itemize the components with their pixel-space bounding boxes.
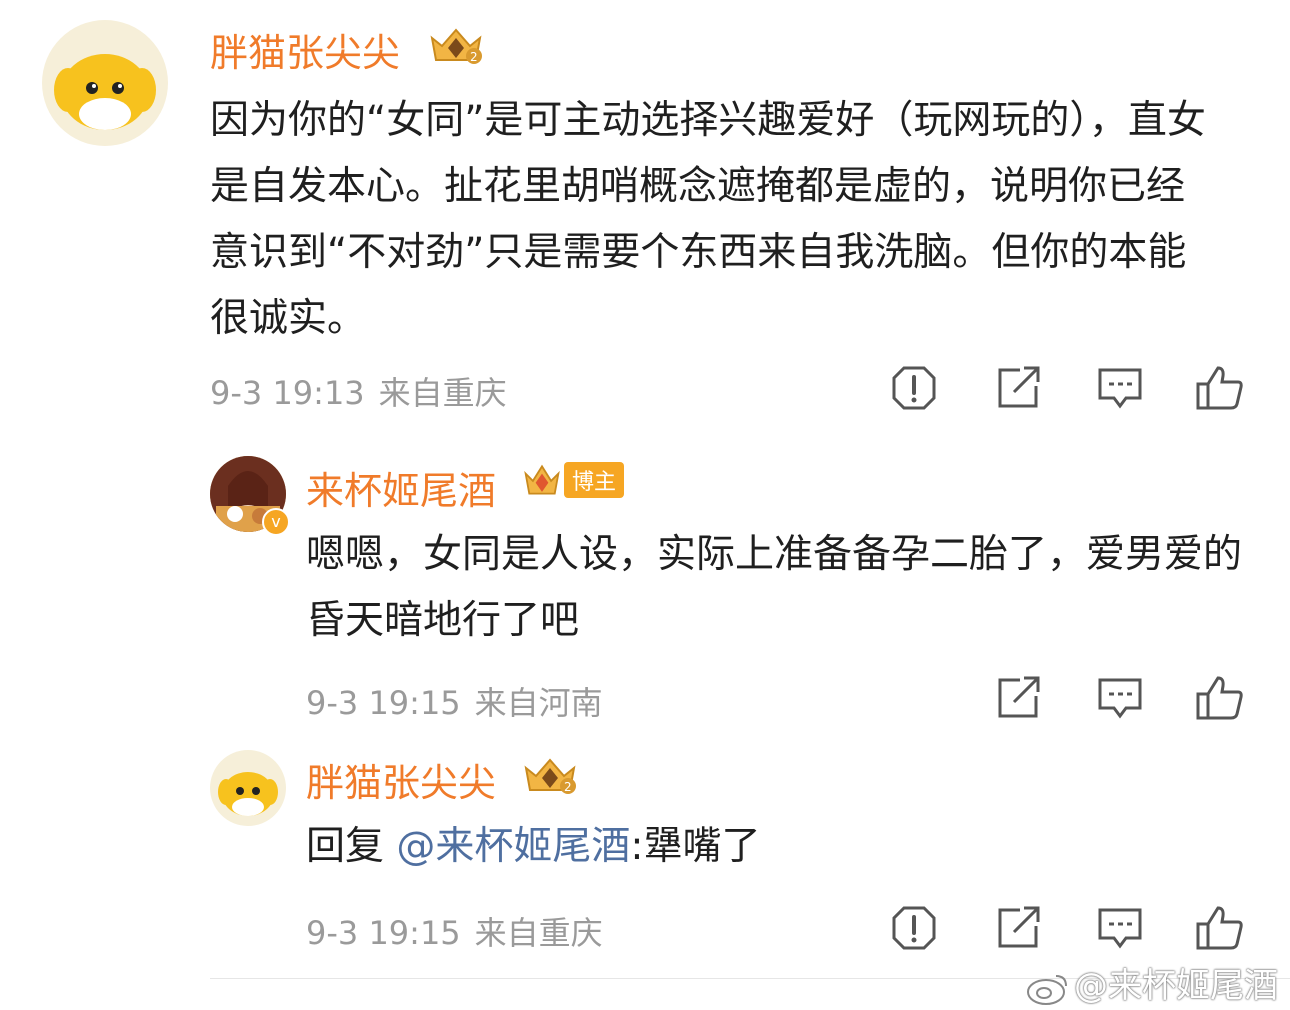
report-icon[interactable] bbox=[888, 902, 940, 954]
reply-text: :犟嘴了 bbox=[630, 824, 761, 869]
comment-text: 回复 @来杯姬尾酒:犟嘴了 bbox=[306, 814, 1256, 880]
svg-text:2: 2 bbox=[470, 50, 478, 64]
comment-time: 9-3 19:15 bbox=[306, 684, 461, 722]
avatar[interactable] bbox=[42, 20, 168, 146]
comment-location: 来自重庆 bbox=[378, 374, 507, 412]
crown-badge-icon bbox=[524, 464, 560, 495]
comment-meta: 9-3 19:15 来自重庆 bbox=[306, 908, 617, 954]
like-icon[interactable] bbox=[1194, 362, 1246, 414]
comment-time: 9-3 19:13 bbox=[210, 374, 365, 412]
comment-meta: 9-3 19:13 来自重庆 bbox=[210, 368, 521, 414]
comment-text: 因为你的“女同”是可主动选择兴趣爱好（玩网玩的），直女是自发本心。扯花里胡哨概念… bbox=[210, 98, 1206, 341]
reply-prefix: 回复 bbox=[306, 824, 397, 869]
comment-icon[interactable] bbox=[1094, 672, 1146, 724]
share-icon[interactable] bbox=[992, 672, 1044, 724]
comment-username[interactable]: 胖猫张尖尖 bbox=[210, 22, 400, 77]
comment-location: 来自重庆 bbox=[474, 914, 603, 952]
comment-icon[interactable] bbox=[1094, 362, 1146, 414]
blogger-badge: 博主 bbox=[522, 460, 625, 500]
comment-time: 9-3 19:15 bbox=[306, 914, 461, 952]
watermark: @来杯姬尾酒 bbox=[1026, 958, 1278, 1007]
comment-location: 来自河南 bbox=[474, 684, 603, 722]
like-icon[interactable] bbox=[1194, 902, 1246, 954]
crown-badge-icon: 2 bbox=[428, 24, 484, 70]
watermark-text: @来杯姬尾酒 bbox=[1074, 966, 1278, 1006]
cartoon-dog-avatar-icon bbox=[54, 54, 156, 130]
comment-username[interactable]: 来杯姬尾酒 bbox=[306, 460, 496, 515]
blogger-tag: 博主 bbox=[564, 462, 625, 498]
cartoon-dog-avatar-icon bbox=[218, 772, 278, 816]
avatar[interactable] bbox=[210, 750, 286, 826]
verified-badge-icon: v bbox=[262, 508, 290, 536]
svg-text:2: 2 bbox=[564, 780, 572, 794]
comment-text: 嗯嗯，女同是人设，实际上准备备孕二胎了，爱男爱的昏天暗地行了吧 bbox=[306, 532, 1243, 643]
weibo-logo-icon bbox=[1027, 974, 1067, 1005]
mention-link[interactable]: @来杯姬尾酒 bbox=[396, 824, 630, 869]
share-icon[interactable] bbox=[992, 362, 1044, 414]
report-icon[interactable] bbox=[888, 362, 940, 414]
share-icon[interactable] bbox=[992, 902, 1044, 954]
comment-meta: 9-3 19:15 来自河南 bbox=[306, 678, 617, 724]
crown-badge-icon: 2 bbox=[522, 754, 578, 800]
like-icon[interactable] bbox=[1194, 672, 1246, 724]
comment-icon[interactable] bbox=[1094, 902, 1146, 954]
comment-username[interactable]: 胖猫张尖尖 bbox=[306, 752, 496, 807]
